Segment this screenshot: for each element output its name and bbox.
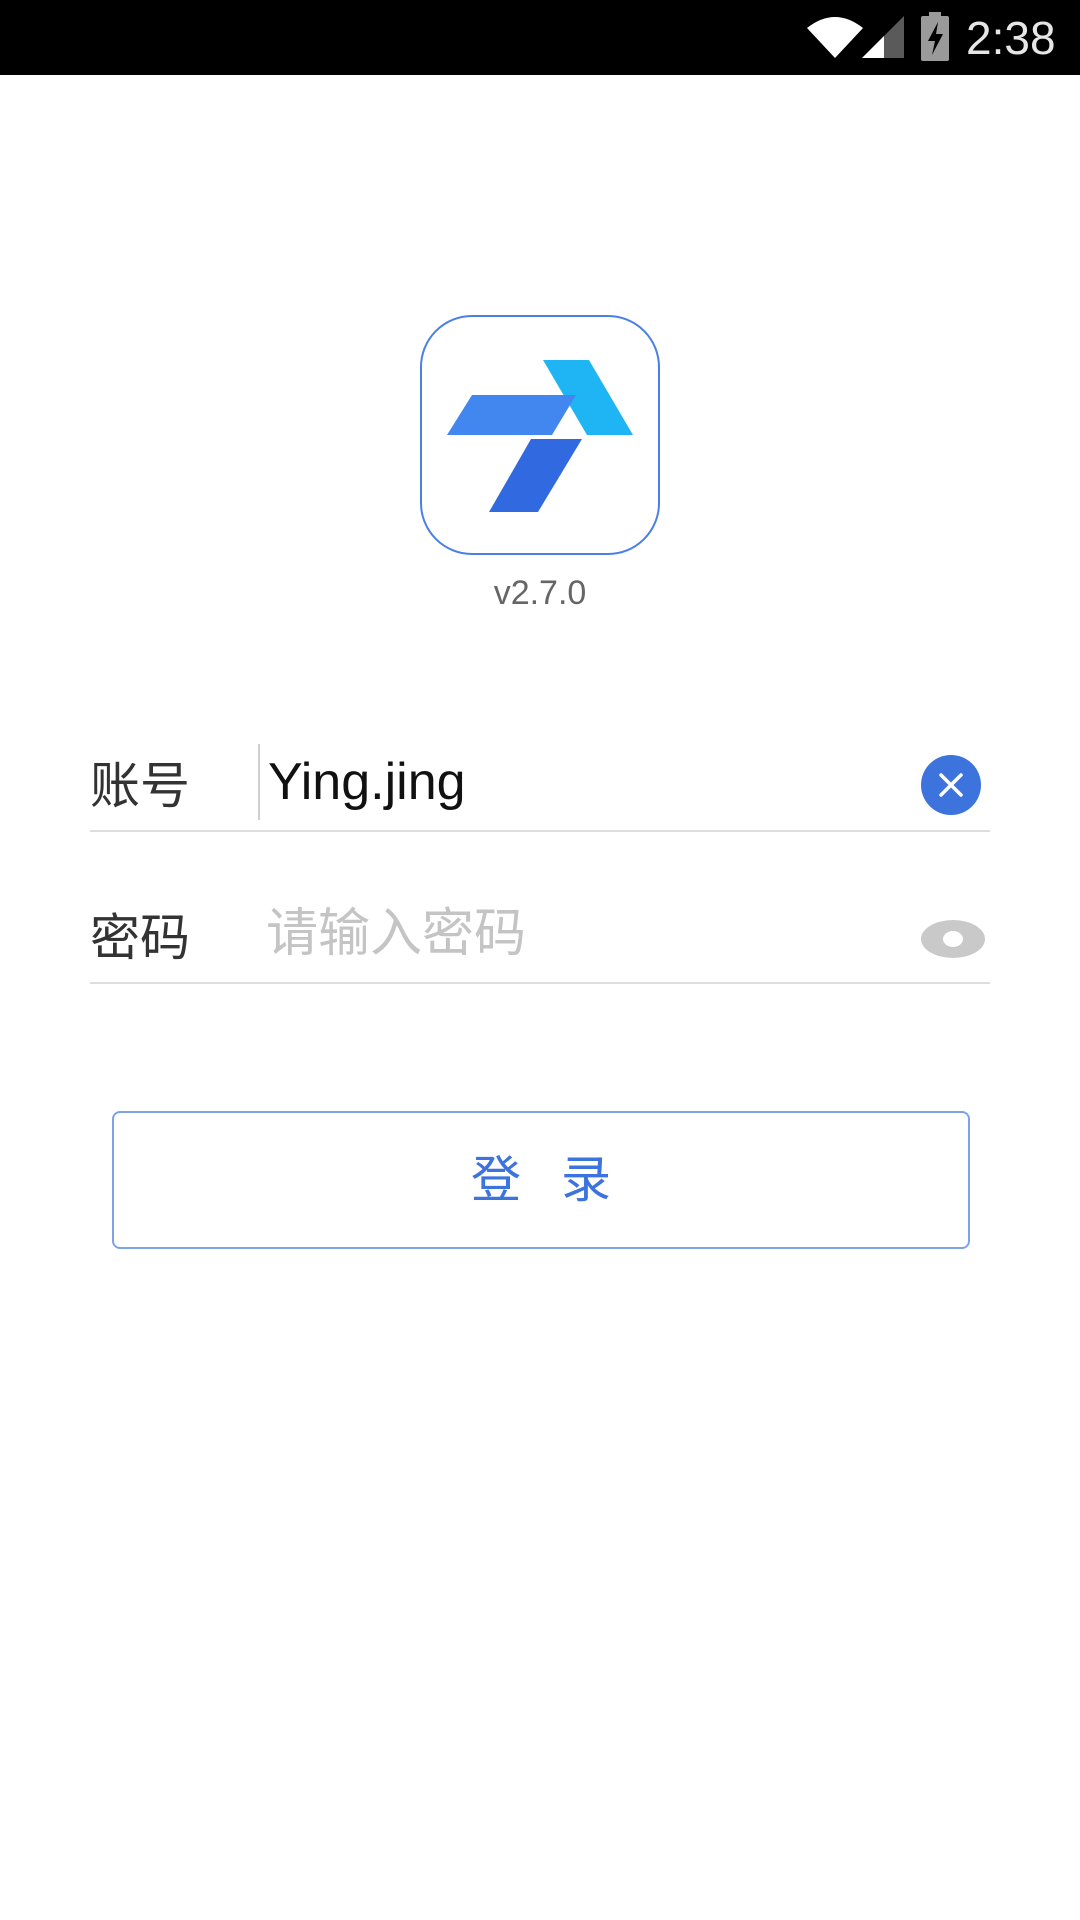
account-label: 账号	[90, 757, 190, 815]
status-bar: 2:38	[0, 0, 1080, 75]
status-time: 2:38	[966, 12, 1056, 64]
login-screen: 2:38 v2.7.0 账号 密码 登录	[0, 0, 1080, 1920]
account-row: 账号	[90, 730, 990, 832]
password-input[interactable]	[258, 896, 898, 972]
eye-icon[interactable]	[920, 918, 986, 960]
clear-account-button[interactable]	[921, 755, 981, 815]
password-row: 密码	[90, 882, 990, 984]
login-button[interactable]: 登录	[112, 1111, 970, 1249]
account-input[interactable]	[258, 744, 898, 820]
app-logo	[420, 315, 660, 555]
app-version: v2.7.0	[493, 574, 587, 612]
signal-icon	[862, 16, 904, 58]
clear-icon	[939, 773, 963, 797]
app-logo-icon	[447, 360, 633, 512]
wifi-icon	[807, 17, 863, 58]
battery-charging-icon	[921, 12, 949, 61]
password-label: 密码	[90, 909, 190, 967]
